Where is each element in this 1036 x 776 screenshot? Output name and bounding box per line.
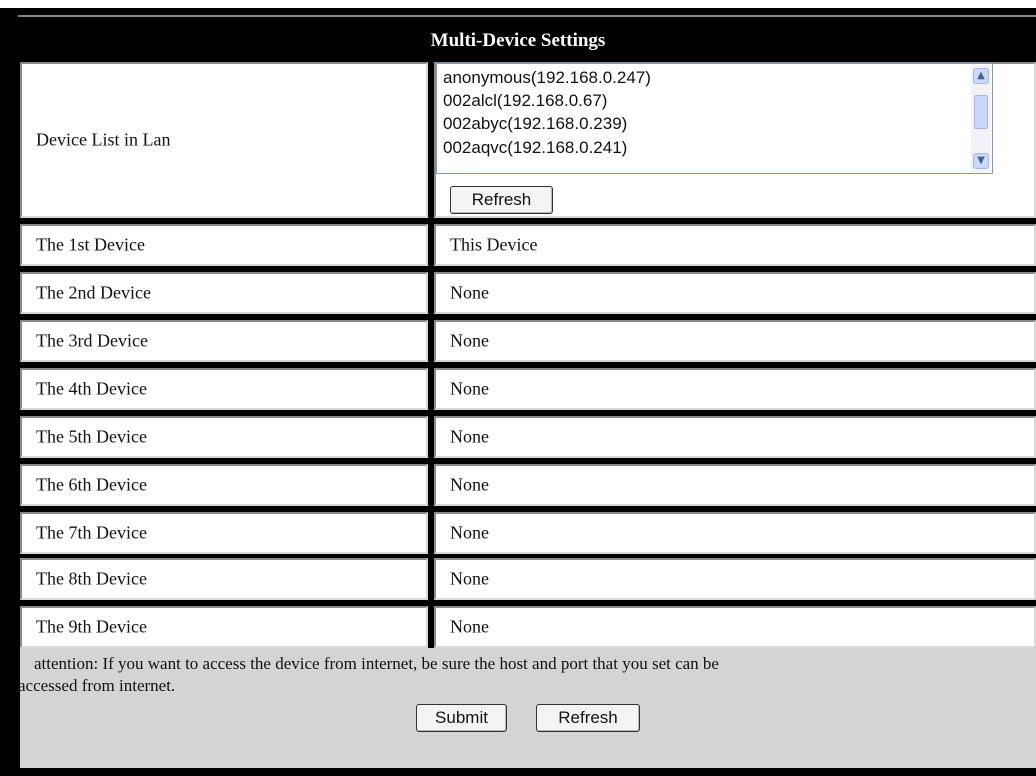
device-row-value: None <box>434 416 1036 458</box>
top-strip <box>0 0 1036 8</box>
device-label: The 5th Device <box>36 426 147 447</box>
device-row-value: None <box>434 272 1036 314</box>
scroll-thumb[interactable] <box>974 95 988 129</box>
device-label: The 7th Device <box>36 522 147 543</box>
attention-text: attention: If you want to access the dev… <box>34 654 719 673</box>
device-value: None <box>450 474 489 495</box>
device-value: None <box>450 616 489 637</box>
list-item[interactable]: 002aqvc(192.168.0.241) <box>443 138 627 158</box>
device-value: This Device <box>450 234 538 255</box>
device-value: None <box>450 282 489 303</box>
device-row-label: The 9th Device <box>20 606 428 648</box>
device-list-label: Device List in Lan <box>36 129 171 150</box>
list-item[interactable]: 002alcl(192.168.0.67) <box>443 91 607 111</box>
device-row-value: None <box>434 512 1036 554</box>
device-value: None <box>450 378 489 399</box>
device-value: None <box>450 568 489 589</box>
page-title: Multi-Device Settings <box>430 30 606 51</box>
list-item[interactable]: 002abyc(192.168.0.239) <box>443 114 627 134</box>
list-item[interactable]: anonymous(192.168.0.247) <box>443 68 651 88</box>
device-value: None <box>450 522 489 543</box>
device-list-label-cell: Device List in Lan <box>20 62 428 218</box>
scroll-up-icon[interactable]: ▲ <box>973 68 989 84</box>
device-label: The 1st Device <box>36 234 145 255</box>
submit-button[interactable]: Submit <box>416 704 507 732</box>
device-label: The 9th Device <box>36 616 147 637</box>
device-label: The 6th Device <box>36 474 147 495</box>
device-row-label: The 7th Device <box>20 512 428 554</box>
footer-area: attention: If you want to access the dev… <box>18 648 1036 768</box>
settings-panel: Multi-Device Settings Device List in Lan… <box>0 0 1036 776</box>
device-label: The 8th Device <box>36 568 147 589</box>
device-value: None <box>450 330 489 351</box>
device-label: The 4th Device <box>36 378 147 399</box>
header-divider <box>18 15 1036 17</box>
device-row-label: The 2nd Device <box>20 272 428 314</box>
device-list-box[interactable]: anonymous(192.168.0.247) 002alcl(192.168… <box>436 63 993 174</box>
device-row-value: None <box>434 368 1036 410</box>
device-label: The 2nd Device <box>36 282 151 303</box>
device-label: The 3rd Device <box>36 330 148 351</box>
list-scrollbar[interactable]: ▲ ▼ <box>971 65 991 172</box>
device-row-value: None <box>434 606 1036 648</box>
device-row-value: None <box>434 320 1036 362</box>
device-row-value: This Device <box>434 224 1036 266</box>
list-refresh-button[interactable]: Refresh <box>450 186 553 214</box>
device-row-value: None <box>434 558 1036 600</box>
device-row-label: The 8th Device <box>20 558 428 600</box>
device-row-label: The 4th Device <box>20 368 428 410</box>
device-row-value: None <box>434 464 1036 506</box>
device-row-label: The 6th Device <box>20 464 428 506</box>
device-row-label: The 5th Device <box>20 416 428 458</box>
device-row-label: The 1st Device <box>20 224 428 266</box>
device-value: None <box>450 426 489 447</box>
device-row-label: The 3rd Device <box>20 320 428 362</box>
attention-text-continued: accessed from internet. <box>18 676 176 695</box>
scroll-down-icon[interactable]: ▼ <box>973 153 989 169</box>
footer-refresh-button[interactable]: Refresh <box>536 704 640 732</box>
